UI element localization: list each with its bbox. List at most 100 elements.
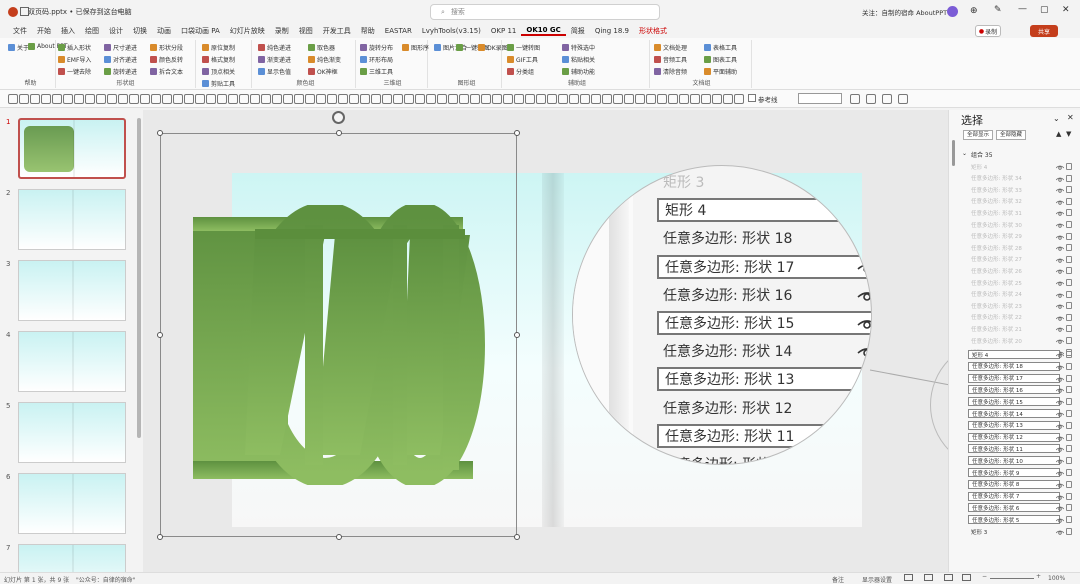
toolbar-tool-icon[interactable] <box>151 94 161 104</box>
toolbar-tool-icon[interactable] <box>690 94 700 104</box>
toolbar-tool-icon[interactable] <box>206 94 216 104</box>
lock-icon[interactable] <box>1066 457 1072 465</box>
close-pane-icon[interactable]: ✕ <box>1067 113 1074 122</box>
layer-row-faded[interactable]: 任意多边形: 形状 23 <box>968 301 1060 310</box>
visibility-eye-icon[interactable] <box>1056 517 1064 523</box>
toolbar-tool-icon[interactable] <box>327 94 337 104</box>
visibility-eye-icon[interactable] <box>1056 315 1064 321</box>
toolbar-tool-icon[interactable] <box>712 94 722 104</box>
visibility-eye-icon[interactable] <box>1056 176 1064 182</box>
toolbar-tool-icon[interactable] <box>272 94 282 104</box>
layer-row[interactable]: 任意多边形: 形状 13 <box>968 420 1060 430</box>
toolbar-tool-icon[interactable] <box>448 94 458 104</box>
tab-5[interactable]: 切换 <box>128 26 152 36</box>
sorter-view-icon[interactable] <box>924 574 933 581</box>
toolbar-tool-icon[interactable] <box>492 94 502 104</box>
tab-17[interactable]: 简报 <box>566 26 590 36</box>
lock-icon[interactable] <box>1066 351 1072 358</box>
toolbar-tool-icon[interactable] <box>393 94 403 104</box>
toolbar-tool-icon[interactable] <box>437 94 447 104</box>
tab-18[interactable]: Qing 18.9 <box>590 27 634 35</box>
visibility-eye-icon[interactable] <box>1056 245 1064 251</box>
toolbar-tool-icon[interactable] <box>679 94 689 104</box>
layer-row-faded[interactable]: 任意多边形: 形状 32 <box>968 197 1060 206</box>
ribbon-group8-item-1[interactable]: 音频工具 <box>654 55 687 64</box>
show-all-button[interactable]: 全部显示 <box>963 130 993 140</box>
lock-icon[interactable] <box>1066 302 1072 310</box>
toolbar-tool-icon[interactable] <box>514 94 524 104</box>
layer-row-faded[interactable]: 任意多边形: 形状 34 <box>968 174 1060 183</box>
ribbon-group7-item-0[interactable]: 一键转图 <box>507 43 540 52</box>
tab-7[interactable]: 口袋动画 PA <box>176 26 225 36</box>
toolbar-tool-icon[interactable] <box>371 94 381 104</box>
lock-icon[interactable] <box>1066 445 1072 453</box>
resize-handle[interactable] <box>335 534 342 540</box>
tab-4[interactable]: 设计 <box>104 26 128 36</box>
layer-row-faded[interactable]: 矩形 4 <box>968 162 1060 171</box>
toolbar-tool-icon[interactable] <box>316 94 326 104</box>
toolbar-tool-icon[interactable] <box>349 94 359 104</box>
toolbar-tool-icon[interactable] <box>580 94 590 104</box>
tab-2[interactable]: 插入 <box>56 26 80 36</box>
toolbar-tool-icon[interactable] <box>536 94 546 104</box>
maximize-icon[interactable]: ▢ <box>1040 5 1049 15</box>
reading-view-icon[interactable] <box>944 574 953 581</box>
lock-icon[interactable] <box>1066 174 1072 182</box>
tab-19[interactable]: 形状格式 <box>634 26 672 36</box>
pane-scrollbar[interactable] <box>952 140 955 166</box>
toolbar-tool-icon[interactable] <box>415 94 425 104</box>
visibility-eye-icon[interactable] <box>1056 352 1064 358</box>
tab-13[interactable]: EASTAR <box>380 27 417 35</box>
format-tool-icon[interactable] <box>850 94 860 104</box>
ribbon-group7-item-3[interactable]: 特殊选中 <box>562 43 595 52</box>
toolbar-tool-icon[interactable] <box>558 94 568 104</box>
tab-1[interactable]: 开始 <box>32 26 56 36</box>
tab-11[interactable]: 开发工具 <box>318 26 356 36</box>
toolbar-tool-icon[interactable] <box>228 94 238 104</box>
slide-thumbnail[interactable] <box>18 189 126 250</box>
toolbar-tool-icon[interactable] <box>19 94 29 104</box>
toolbar-tool-icon[interactable] <box>470 94 480 104</box>
toolbar-tool-icon[interactable] <box>591 94 601 104</box>
visibility-eye-icon[interactable] <box>1056 376 1064 382</box>
resize-handle[interactable] <box>157 332 163 338</box>
toolbar-tool-icon[interactable] <box>63 94 73 104</box>
visibility-eye-icon[interactable] <box>1056 234 1064 240</box>
layer-row[interactable]: 任意多边形: 形状 15 <box>968 397 1060 407</box>
ribbon-group3-item-3[interactable]: 剪贴工具 <box>202 79 235 88</box>
ribbon-group5-item-1[interactable]: 环形布局 <box>360 55 393 64</box>
zoom-slider[interactable] <box>990 578 1034 579</box>
resize-handle[interactable] <box>514 534 520 540</box>
toolbar-tool-icon[interactable] <box>734 94 744 104</box>
resize-handle[interactable] <box>514 332 520 338</box>
visibility-eye-icon[interactable] <box>1056 364 1064 370</box>
toolbar-tool-icon[interactable] <box>657 94 667 104</box>
visibility-eye-icon[interactable] <box>1056 423 1064 429</box>
lock-icon[interactable] <box>1066 398 1072 406</box>
tab-15[interactable]: OKP 11 <box>486 27 521 35</box>
tab-3[interactable]: 绘图 <box>80 26 104 36</box>
layer-row-faded[interactable]: 任意多边形: 形状 31 <box>968 208 1060 217</box>
normal-view-icon[interactable] <box>904 574 913 581</box>
visibility-eye-icon[interactable] <box>1056 326 1064 333</box>
hide-all-button[interactable]: 全部隐藏 <box>996 130 1026 140</box>
close-icon[interactable]: ✕ <box>1062 5 1070 15</box>
globe-icon[interactable]: ⊕ <box>970 6 978 16</box>
toolbar-tool-icon[interactable] <box>52 94 62 104</box>
format-tool-icon[interactable] <box>898 94 908 104</box>
ribbon-group4-item-0[interactable]: 纯色递进 <box>258 43 291 52</box>
toolbar-tool-icon[interactable] <box>624 94 634 104</box>
ribbon-group5-item-2[interactable]: 三维工具 <box>360 67 393 76</box>
lock-icon[interactable] <box>1066 362 1072 370</box>
ribbon-group4-item-4[interactable]: 纯色渐变 <box>308 55 341 64</box>
toolbar-tool-icon[interactable] <box>41 94 51 104</box>
toolbar-tool-icon[interactable] <box>8 94 18 104</box>
ribbon-group2-item-2[interactable]: 一键去除 <box>58 67 91 76</box>
lock-icon[interactable] <box>1066 325 1072 333</box>
group-name[interactable]: 组合 35 <box>971 150 993 159</box>
visibility-eye-icon[interactable] <box>1056 210 1064 217</box>
toolbar-tool-icon[interactable] <box>404 94 414 104</box>
toolbar-tool-icon[interactable] <box>294 94 304 104</box>
toolbar-tool-icon[interactable] <box>701 94 711 104</box>
lock-icon[interactable] <box>1066 386 1072 394</box>
